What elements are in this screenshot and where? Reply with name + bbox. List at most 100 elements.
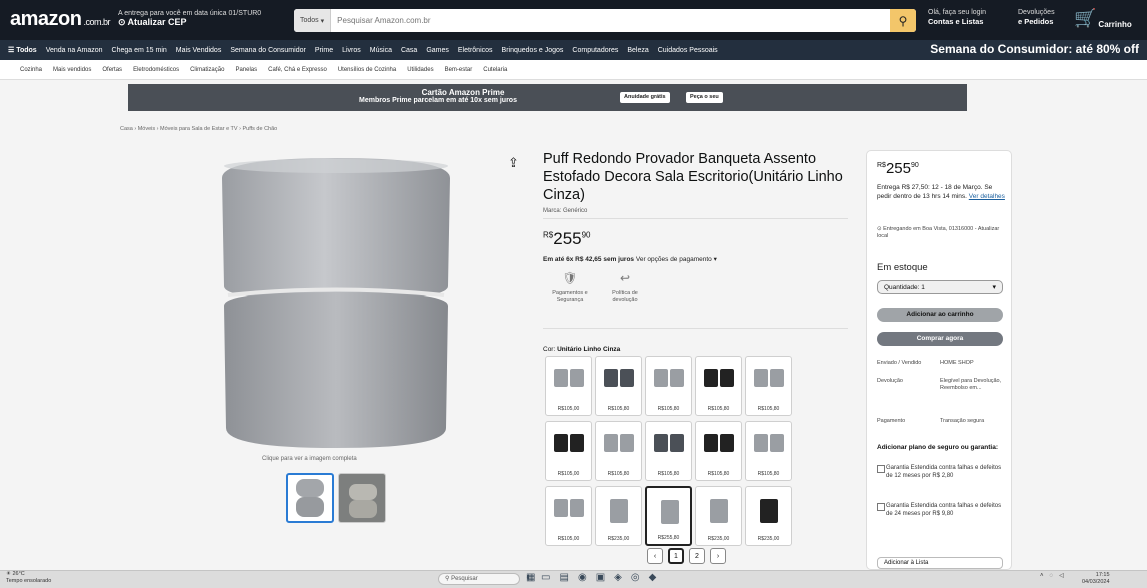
- swatch-price: R$105,80: [607, 406, 630, 412]
- color-swatch[interactable]: R$105,00: [545, 421, 592, 481]
- subnav-item[interactable]: Mais vendidos: [53, 67, 91, 73]
- subnav-item[interactable]: Utilidades: [407, 67, 433, 73]
- swatch-image: [553, 434, 585, 454]
- feature-returns[interactable]: ↩ Política de devolução: [600, 272, 650, 304]
- subnav-item[interactable]: Panelas: [235, 67, 257, 73]
- wifi-icon[interactable]: ◌: [1050, 573, 1054, 579]
- color-swatch[interactable]: R$105,80: [695, 356, 742, 416]
- pager-page[interactable]: 1: [668, 548, 684, 564]
- nav-item[interactable]: Beleza: [627, 47, 648, 54]
- cart-icon: 🛒: [1074, 8, 1097, 28]
- zoom-hint[interactable]: Clique para ver a imagem completa: [262, 456, 357, 462]
- search-button[interactable]: ⚲: [890, 9, 916, 32]
- return-value[interactable]: Elegível para Devolução, Reembolso em...: [940, 378, 1002, 392]
- cart-button[interactable]: 🛒 Carrinho: [1074, 8, 1132, 29]
- system-clock[interactable]: 17:15 04/03/2024: [1082, 572, 1110, 586]
- delivery-location[interactable]: ⊙ Entregando em Boa Vista, 01316000 - At…: [877, 226, 1005, 240]
- nav-item[interactable]: Eletrônicos: [458, 47, 493, 54]
- add-to-cart-button[interactable]: Adicionar ao carrinho: [877, 308, 1003, 322]
- taskbar-search[interactable]: ⚲ Pesquisar: [438, 573, 520, 585]
- feature-payments[interactable]: 🛡 Pagamentos e Segurança: [545, 272, 595, 304]
- color-swatch[interactable]: R$235,00: [745, 486, 792, 546]
- ship-value[interactable]: HOME SHOP: [940, 360, 1000, 367]
- color-swatch[interactable]: R$235,00: [595, 486, 642, 546]
- color-swatch[interactable]: R$105,80: [595, 421, 642, 481]
- color-swatch[interactable]: R$105,80: [745, 421, 792, 481]
- payment-options-link[interactable]: Ver opções de pagamento: [634, 256, 712, 263]
- nav-item[interactable]: Semana do Consumidor: [230, 47, 306, 54]
- buy-now-button[interactable]: Comprar agora: [877, 332, 1003, 346]
- subnav-item[interactable]: Climatização: [190, 67, 224, 73]
- insurance-12m-checkbox[interactable]: Garantia Estendida contra falhas e defei…: [877, 464, 1003, 480]
- product-main-image[interactable]: [220, 158, 452, 450]
- subnav-item[interactable]: Utensílios de Cozinha: [338, 67, 396, 73]
- app-icon[interactable]: ◆: [649, 572, 657, 583]
- chrome-icon[interactable]: ◉: [578, 572, 587, 583]
- subnav-item[interactable]: Café, Chá e Expresso: [268, 67, 327, 73]
- quantity-select[interactable]: Quantidade: 1: [877, 280, 1003, 294]
- task-view-icon[interactable]: ▭: [541, 572, 550, 583]
- color-swatch[interactable]: R$105,00: [545, 356, 592, 416]
- nav-item[interactable]: Cuidados Pessoais: [658, 47, 718, 54]
- subnav-item[interactable]: Ofertas: [102, 67, 122, 73]
- color-swatch[interactable]: R$105,80: [645, 421, 692, 481]
- store-icon[interactable]: ▣: [596, 572, 605, 583]
- prime-card-banner[interactable]: Cartão Amazon Prime Membros Prime parcel…: [128, 84, 967, 111]
- nav-item[interactable]: Games: [426, 47, 449, 54]
- location-text: Entregando em Boa Vista, 01316000 - Atua…: [877, 226, 1000, 239]
- nav-item[interactable]: Mais Vendidos: [176, 47, 222, 54]
- nav-item[interactable]: Casa: [401, 47, 417, 54]
- volume-icon[interactable]: ◁: [1059, 572, 1064, 579]
- pager-page[interactable]: 2: [689, 548, 705, 564]
- banner-order-button[interactable]: Peça o seu: [686, 92, 723, 103]
- search-category-select[interactable]: Todos ▾: [294, 9, 332, 32]
- file-explorer-icon[interactable]: ▤: [560, 572, 569, 583]
- swatch-price: R$105,00: [557, 471, 580, 477]
- location-selector[interactable]: A entrega para você em data única 01/STU…: [118, 9, 288, 28]
- thumbnail-1[interactable]: [286, 473, 334, 523]
- orders-link[interactable]: Devoluções e Pedidos: [1018, 8, 1063, 27]
- color-swatch[interactable]: R$105,80: [595, 356, 642, 416]
- payment-value[interactable]: Transação segura: [940, 418, 1002, 425]
- nav-item[interactable]: ☰ Todos: [8, 46, 37, 54]
- nav-item[interactable]: Venda na Amazon: [46, 47, 103, 54]
- nav-item[interactable]: Chega em 15 min: [112, 47, 167, 54]
- search-input[interactable]: [331, 16, 890, 25]
- pager-next[interactable]: ›: [710, 548, 726, 564]
- edge-icon[interactable]: ◎: [631, 572, 640, 583]
- banner-annual-button[interactable]: Anuidade grátis: [620, 92, 670, 103]
- subnav-item[interactable]: Cutelaria: [483, 67, 507, 73]
- color-swatch[interactable]: R$105,80: [695, 421, 742, 481]
- color-swatch[interactable]: R$105,00: [545, 486, 592, 546]
- promo-banner-text[interactable]: Semana do Consumidor: até 80% off: [930, 42, 1139, 56]
- color-swatch[interactable]: R$255,80: [645, 486, 692, 546]
- weather-widget[interactable]: ☀ 26°C Tempo ensolarado: [6, 571, 51, 585]
- subnav-item[interactable]: Bem-estar: [445, 67, 473, 73]
- installment-info[interactable]: Em até 6x R$ 42,65 sem juros Ver opções …: [543, 255, 717, 263]
- nav-item[interactable]: Computadores: [572, 47, 618, 54]
- color-swatch[interactable]: R$105,80: [645, 356, 692, 416]
- nav-item[interactable]: Prime: [315, 47, 333, 54]
- details-link[interactable]: Ver detalhes: [969, 193, 1005, 200]
- product-brand[interactable]: Marca: Genérico: [543, 208, 587, 214]
- amazon-logo[interactable]: amazon .com.br: [10, 8, 110, 31]
- add-to-list-button[interactable]: Adicionar à Lista: [877, 557, 1003, 569]
- nav-item[interactable]: Brinquedos e Jogos: [502, 47, 564, 54]
- insurance-24m-checkbox[interactable]: Garantia Estendida contra falhas e defei…: [877, 502, 1003, 518]
- nav-item[interactable]: Música: [370, 47, 392, 54]
- swatch-image: [603, 434, 635, 454]
- subnav-item[interactable]: Cozinha: [20, 67, 42, 73]
- photos-icon[interactable]: ◈: [614, 572, 622, 583]
- chevron-up-icon[interactable]: ˄: [1040, 573, 1044, 579]
- nav-item[interactable]: Livros: [342, 47, 361, 54]
- insurance-title: Adicionar plano de seguro ou garantia:: [877, 444, 998, 451]
- color-swatch[interactable]: R$105,80: [745, 356, 792, 416]
- account-menu[interactable]: Olá, faça seu login Contas e Listas: [928, 8, 988, 27]
- thumbnail-2[interactable]: [338, 473, 386, 523]
- color-swatch[interactable]: R$235,00: [695, 486, 742, 546]
- share-icon[interactable]: ⇪: [508, 155, 519, 171]
- pager-prev[interactable]: ‹: [647, 548, 663, 564]
- subnav-item[interactable]: Eletrodomésticos: [133, 67, 179, 73]
- breadcrumb[interactable]: Casa › Móveis › Móveis para Sala de Esta…: [120, 126, 277, 132]
- widgets-icon[interactable]: ◐: [526, 572, 532, 583]
